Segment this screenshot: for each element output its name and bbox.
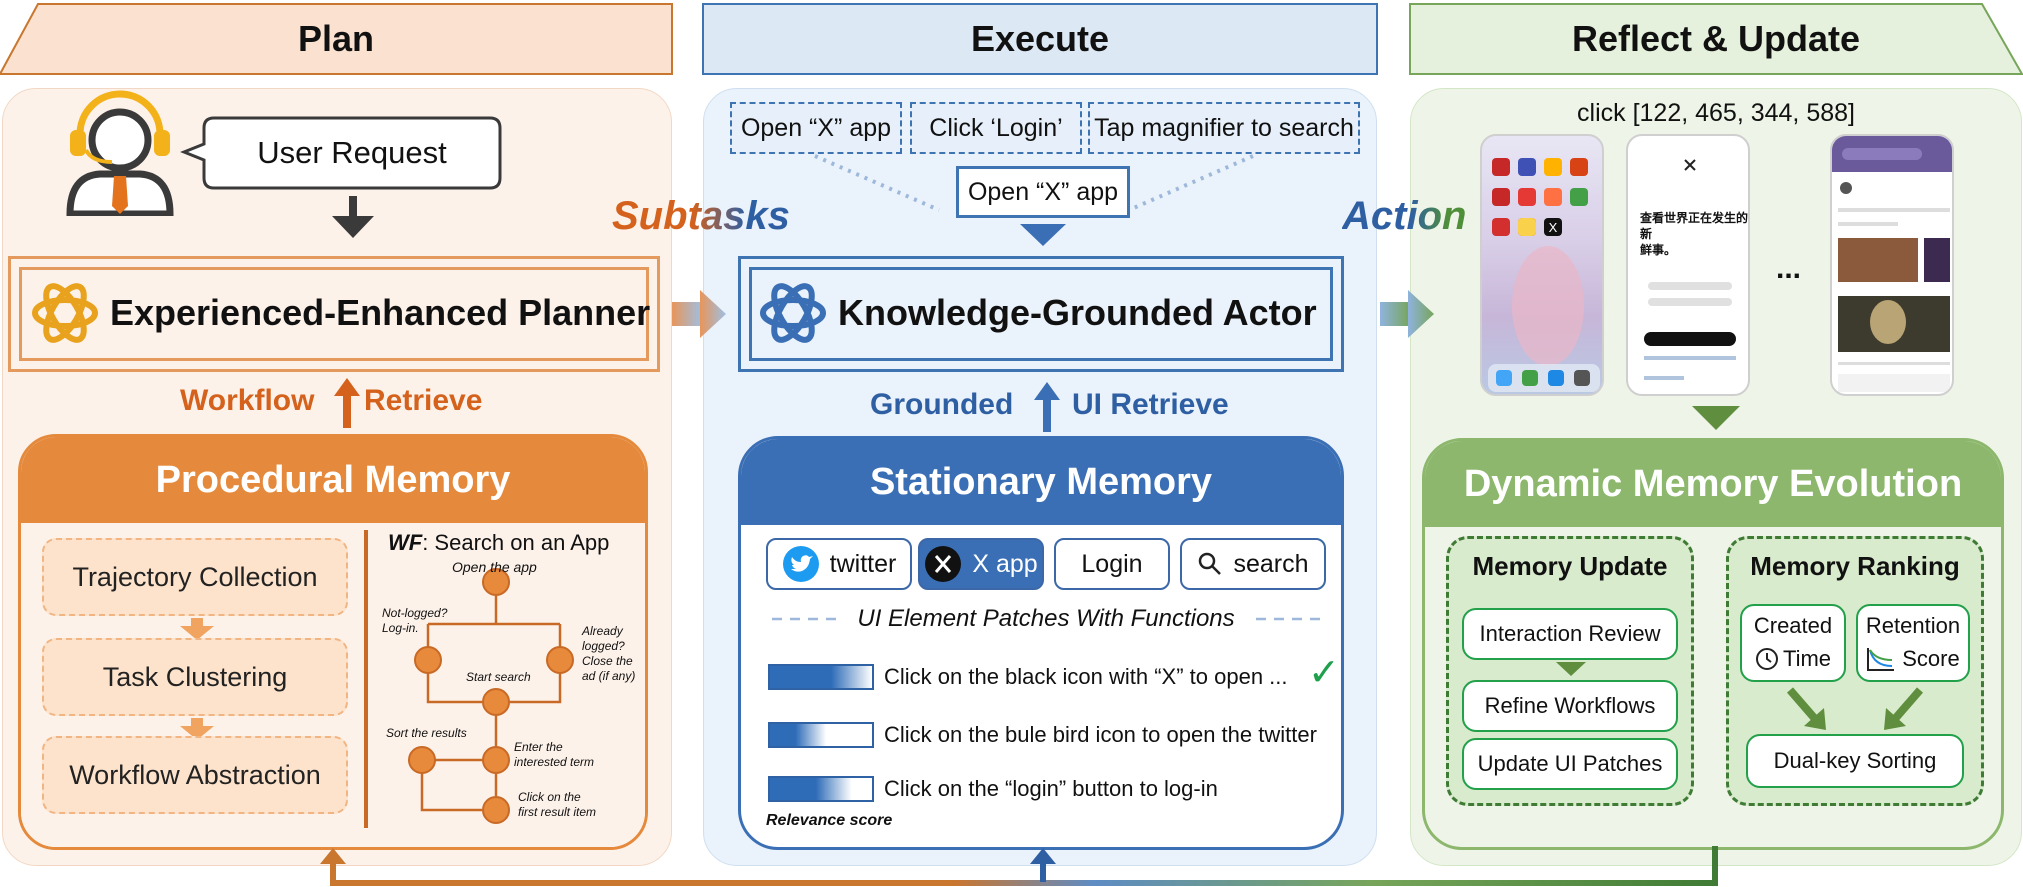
relevance-bar [768,722,874,748]
wf-node-already-logged: Already logged? Close the ad (if any) [582,624,636,683]
check-mark-icon: ✓ [1308,652,1340,694]
memory-update-title: Memory Update [1472,550,1668,581]
openai-logo-icon [760,283,826,343]
x-logo-icon [925,546,962,582]
action-label: Action [1342,194,1467,238]
relevance-bar [768,664,874,690]
app-grid-icon: X [1488,158,1600,392]
retention-score-card: Retention Score [1856,604,1970,682]
magnifier-icon [1199,552,1222,575]
created-text: Created [1753,613,1833,638]
wf-node-not-logged: Not-logged? Log-in. [382,606,448,635]
subtask-down-arrow-icon [1020,224,1066,246]
wf-title: WF: Search on an App [388,530,610,555]
dynamic-memory-title: Dynamic Memory Evolution [1425,441,2001,527]
subtask-open-x: Open “X” app [730,102,902,154]
relevance-bar [768,776,874,802]
step-trajectory-collection: Trajectory Collection [42,538,348,616]
up-arrow-blue-icon [1034,382,1060,432]
procedural-memory-title: Procedural Memory [21,437,645,523]
workflow-graph [408,568,574,824]
phone-chinese-text: 查看世界正在发生的新 鲜事。 [1640,211,1749,257]
subtask-tap-magnifier: Tap magnifier to search [1088,102,1360,154]
up-arrow-orange-icon [334,378,360,428]
planner-title: Experienced-Enhanced Planner [110,292,651,333]
execute-header: Execute [970,18,1110,59]
retrieve-label: Retrieve [364,384,483,417]
user-headset-icon [66,90,174,216]
patch-text: Click on the black icon with “X” to open… [884,664,1288,689]
x-login-screen-drawing [1644,159,1736,380]
patch-text: Click on the “login” button to log-in [884,776,1218,801]
dual-key-sorting: Dual-key Sorting [1746,734,1964,788]
phone-x-search-screen [1830,134,1954,396]
update-refine-workflows: Refine Workflows [1462,680,1678,732]
ranking-merge-arrows [1786,687,1924,730]
chip-login: Login [1054,538,1170,590]
wf-node-enter-term: Enter the interested term [514,740,595,769]
retention-curve-icon [1867,648,1895,671]
update-ui-patches: Update UI Patches [1462,738,1678,790]
current-subtask: Open “X” app [956,166,1130,218]
patch-text: Click on the bule bird icon to open the … [884,722,1317,747]
step-workflow-abstraction: Workflow Abstraction [42,736,348,814]
step-arrow-icon [180,618,214,640]
patches-caption: UI Element Patches With Functions [857,605,1235,632]
time-row: Time [1742,644,1844,674]
chip-twitter: twitter [766,538,912,590]
ui-retrieve-label: UI Retrieve [1072,388,1229,421]
retention-text: Retention [1865,613,1961,638]
actor-title: Knowledge-Grounded Actor [838,292,1317,333]
step-task-clustering: Task Clustering [42,638,348,716]
click-action-text: click [122, 465, 344, 588] [1577,98,1855,127]
update-step-arrow-icon [1556,662,1586,676]
wf-node-click-result: Click on the first result item [518,790,597,819]
relevance-score-label: Relevance score [766,812,893,829]
down-arrow-icon [332,196,374,238]
created-time-card: Created Time [1740,604,1846,682]
svg-text:X: X [1549,220,1558,235]
wf-divider [364,530,368,828]
workflow-label: Workflow [180,384,315,417]
phones-ellipsis: ... [1776,252,1802,285]
x-search-screen-drawing [1832,136,1952,392]
stationary-memory-title: Stationary Memory [741,439,1341,525]
wf-node-sort: Sort the results [386,726,467,740]
execute-to-reflect-arrow [1380,290,1434,338]
phones-down-arrow-icon [1692,406,1740,430]
chip-x-app: X app [918,538,1044,590]
score-row: Score [1858,644,1968,674]
wf-node-start-search: Start search [466,670,531,684]
phone-x-login-screen: 查看世界正在发生的新 鲜事。 [1626,134,1750,396]
feedback-loop-arrows [320,846,1718,886]
subtask-click-login: Click ‘Login’ [910,102,1082,154]
phone-home-screen: X [1480,134,1604,396]
twitter-bird-icon [782,546,819,582]
clock-icon [1755,648,1778,670]
update-interaction-review: Interaction Review [1462,608,1678,660]
grounded-label: Grounded [870,388,1014,421]
plan-to-execute-arrow [672,290,726,338]
chip-search: search [1180,538,1326,590]
memory-ranking-title: Memory Ranking [1750,550,1960,581]
plan-header: Plan [297,18,375,59]
user-request-text: User Request [257,135,447,170]
reflect-header: Reflect & Update [1571,18,1861,59]
openai-logo-icon [32,283,98,343]
wf-node-open: Open the app [452,559,537,575]
